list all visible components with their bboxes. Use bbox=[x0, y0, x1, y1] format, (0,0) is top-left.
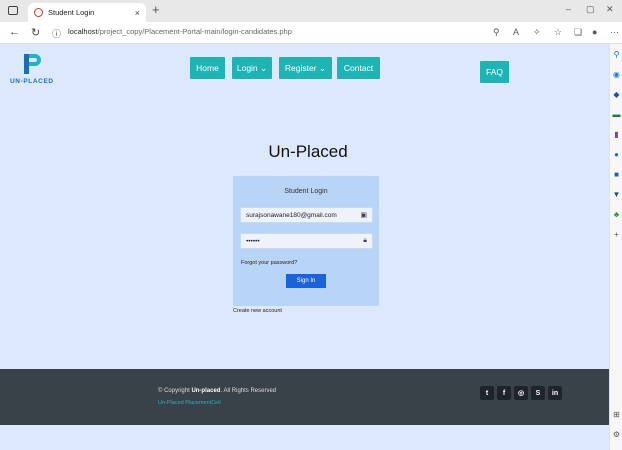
linkedin-icon[interactable]: in bbox=[548, 386, 562, 400]
instagram-icon[interactable]: ◎ bbox=[514, 386, 528, 400]
email-field[interactable]: surajsonawane180@gmail.com ▣ bbox=[240, 207, 373, 223]
login-card-title: Student Login bbox=[284, 188, 328, 195]
add-sidebar-icon[interactable]: + bbox=[612, 230, 621, 239]
password-field[interactable]: •••••• 🔒︎ bbox=[240, 233, 373, 249]
sign-in-button[interactable]: Sign In bbox=[286, 274, 326, 288]
password-value: •••••• bbox=[246, 237, 260, 245]
lock-icon: 🔒︎ bbox=[363, 237, 367, 244]
more-icon[interactable]: ⋯ bbox=[610, 27, 619, 38]
nav-home-button[interactable]: Home bbox=[190, 57, 225, 79]
games-icon[interactable]: ▮ bbox=[612, 130, 621, 139]
minimize-button[interactable]: – bbox=[566, 4, 571, 14]
footer: © Copyright Un-placed. All Rights Reserv… bbox=[0, 369, 609, 425]
copyright-text: © Copyright Un-placed. All Rights Reserv… bbox=[158, 388, 276, 394]
nav-login-button[interactable]: Login ⌄ bbox=[232, 57, 272, 79]
address-bar-row: ← ↻ ⓘ localhost/project_copy/Placement-P… bbox=[0, 22, 622, 44]
copilot-icon[interactable]: ◉ bbox=[612, 70, 621, 79]
id-card-icon: ▣ bbox=[360, 212, 367, 219]
profile-icon[interactable]: ● bbox=[592, 27, 597, 37]
nav-contact-button[interactable]: Contact bbox=[337, 57, 380, 79]
twitter-icon[interactable]: t bbox=[480, 386, 494, 400]
logo-text: UN-PLACED bbox=[10, 78, 54, 85]
refresh-icon[interactable]: ↻ bbox=[31, 26, 40, 39]
copyright-prefix: © Copyright bbox=[158, 388, 192, 394]
new-tab-button[interactable]: + bbox=[152, 2, 160, 17]
email-value: surajsonawane180@gmail.com bbox=[246, 211, 337, 219]
key-icon[interactable]: ⚲ bbox=[493, 27, 500, 38]
read-aloud-icon[interactable]: A bbox=[513, 27, 519, 37]
tab-actions-icon[interactable] bbox=[8, 6, 18, 15]
collections-icon[interactable]: ❏ bbox=[574, 27, 582, 38]
login-card: Student Login surajsonawane180@gmail.com… bbox=[233, 176, 379, 306]
info-icon[interactable]: ⓘ bbox=[52, 27, 61, 40]
nav-faq-button[interactable]: FAQ bbox=[480, 61, 509, 83]
tab-title: Student Login bbox=[48, 8, 95, 17]
url-path: /project_copy/Placement-Portal-main/logi… bbox=[97, 27, 292, 36]
close-window-button[interactable]: ✕ bbox=[606, 4, 614, 15]
settings-icon[interactable]: ⚙ bbox=[612, 430, 621, 439]
hero-title: Un-Placed bbox=[268, 142, 348, 161]
office-icon[interactable]: ● bbox=[612, 150, 621, 159]
drop-icon[interactable]: ▼ bbox=[612, 190, 621, 199]
url-field[interactable]: localhost/project_copy/Placement-Portal-… bbox=[68, 27, 292, 36]
extensions-icon[interactable]: ✧ bbox=[533, 27, 541, 38]
back-icon[interactable]: ← bbox=[9, 26, 20, 38]
favorites-icon[interactable]: ☆ bbox=[554, 27, 562, 38]
browser-sidebar: ⚲ ◉ ◆ ▬ ▮ ● ■ ▼ ♣ + ⊞ ⚙ bbox=[609, 44, 622, 450]
skype-icon[interactable]: S bbox=[531, 386, 545, 400]
url-host: localhost bbox=[68, 27, 98, 36]
search-icon[interactable]: ⚲ bbox=[612, 50, 621, 59]
facebook-icon[interactable]: f bbox=[497, 386, 511, 400]
placement-cell-link[interactable]: Un-Placed PlacementCell bbox=[158, 400, 221, 406]
restore-button[interactable]: ▢ bbox=[586, 4, 595, 15]
shopping-icon[interactable]: ◆ bbox=[612, 90, 621, 99]
tree-icon[interactable]: ♣ bbox=[612, 210, 621, 219]
logo-mark-icon bbox=[24, 54, 41, 74]
create-account-link[interactable]: Create new account bbox=[233, 308, 282, 314]
tools-icon[interactable]: ▬ bbox=[612, 110, 621, 119]
forgot-password-link[interactable]: Forgot your password? bbox=[241, 260, 297, 266]
site-logo[interactable]: UN-PLACED bbox=[10, 52, 58, 88]
page-viewport: UN-PLACED Home Login ⌄ Register ⌄ Contac… bbox=[0, 44, 609, 450]
browser-tab[interactable]: Student Login × bbox=[28, 3, 146, 22]
tab-close-icon[interactable]: × bbox=[135, 8, 140, 18]
browser-tab-bar: Student Login × + – ▢ ✕ bbox=[0, 0, 622, 22]
nav-register-button[interactable]: Register ⌄ bbox=[279, 57, 332, 79]
copyright-suffix: . All Rights Reserved bbox=[220, 388, 277, 394]
outlook-icon[interactable]: ■ bbox=[612, 170, 621, 179]
hide-sidebar-icon[interactable]: ⊞ bbox=[612, 410, 621, 419]
copyright-brand: Un-placed bbox=[191, 388, 221, 394]
favicon-icon bbox=[34, 8, 43, 17]
